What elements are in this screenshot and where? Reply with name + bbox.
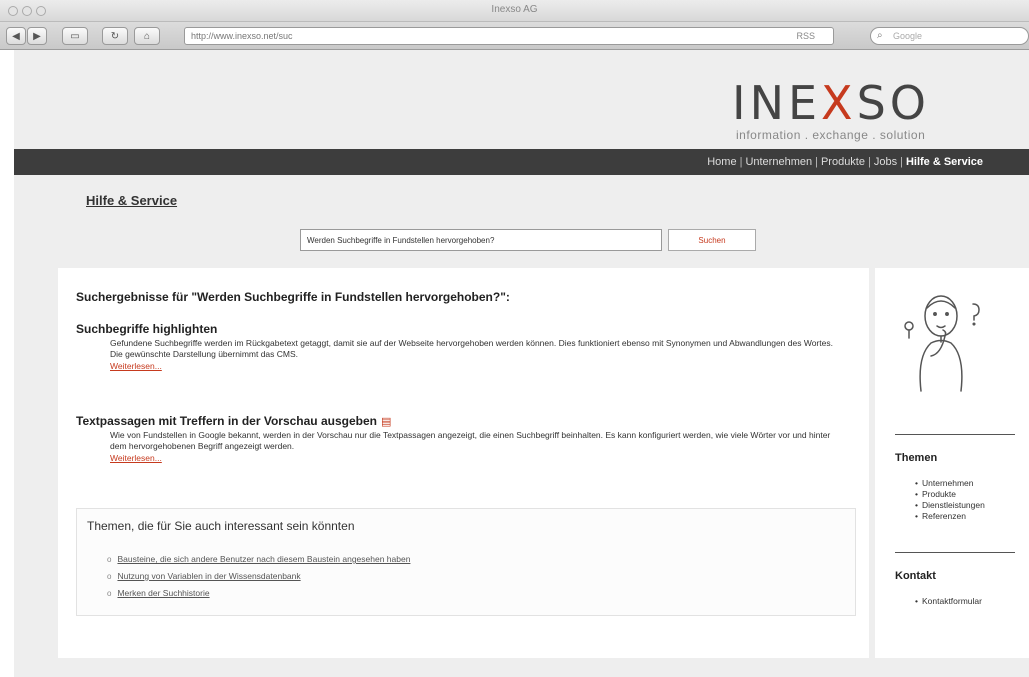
browser-toolbar: ◀ ▶ ▭ ↻ ⌂ http://www.inexso.net/suc RSS … <box>0 22 1029 50</box>
related-topics-box: Themen, die für Sie auch interessant sei… <box>76 508 856 616</box>
bullet-icon: o <box>107 555 112 564</box>
main-nav: Home | Unternehmen | Produkte | Jobs | Hilfe & S… <box>14 149 1029 175</box>
rss-icon[interactable]: RSS <box>796 31 815 41</box>
themen-link[interactable]: Dienstleistungen <box>915 500 985 511</box>
divider <box>895 552 1015 553</box>
read-more-link[interactable]: Weiterlesen... <box>110 361 836 371</box>
nav-unternehmen[interactable]: Unternehmen <box>745 156 812 168</box>
inexso-logo[interactable]: INEXSO information . exchange . solution <box>732 80 1002 142</box>
page-content: INEXSO information . exchange . solution… <box>14 50 1029 677</box>
nav-hilfe-service[interactable]: Hilfe & Service <box>906 156 983 168</box>
divider <box>895 434 1015 435</box>
logo-wordmark: INEXSO <box>732 76 930 130</box>
browser-search-input[interactable]: ⌕ Google <box>870 27 1029 45</box>
result-description: Wie von Fundstellen in Google bekannt, w… <box>110 430 831 451</box>
kontakt-list: Kontaktformular <box>915 596 982 607</box>
kontakt-heading: Kontakt <box>895 570 936 582</box>
back-button[interactable]: ◀ <box>6 27 26 45</box>
page-title: Hilfe & Service <box>86 193 178 208</box>
related-topics-list: o Bausteine, die sich andere Benutzer nac… <box>107 551 410 602</box>
nav-produkte[interactable]: Produkte <box>821 156 865 168</box>
search-input[interactable]: Werden Suchbegriffe in Fundstellen hervo… <box>300 229 662 251</box>
bullet-icon: o <box>107 572 112 581</box>
results-heading: Suchergebnisse für "Werden Suchbegriffe … <box>76 290 510 304</box>
results-panel: Suchergebnisse für "Werden Suchbegriffe … <box>58 268 869 658</box>
address-bar[interactable]: http://www.inexso.net/suc RSS <box>184 27 834 45</box>
window-title: Inexso AG <box>491 4 538 15</box>
logo-tagline: information . exchange . solution <box>736 128 926 142</box>
result-item: Suchbegriffe highlighten Gefundene Suchb… <box>76 322 836 371</box>
kontakt-link[interactable]: Kontaktformular <box>915 596 982 607</box>
result-title[interactable]: Suchbegriffe highlighten <box>76 322 836 336</box>
pdf-icon[interactable]: ▤ <box>381 416 391 428</box>
list-item: o Bausteine, die sich andere Benutzer nac… <box>107 551 410 568</box>
browser-search-placeholder: Google <box>893 31 923 41</box>
themen-link[interactable]: Referenzen <box>915 511 985 522</box>
address-url: http://www.inexso.net/suc <box>191 31 293 41</box>
related-link[interactable]: Bausteine, die sich andere Benutzer nach… <box>117 554 410 564</box>
list-item: o Merken der Suchhistorie <box>107 585 410 602</box>
related-link[interactable]: Nutzung von Variablen in der Wissensdate… <box>117 571 300 581</box>
nav-jobs[interactable]: Jobs <box>874 156 897 168</box>
related-topics-title: Themen, die für Sie auch interessant sei… <box>87 519 355 533</box>
forward-button[interactable]: ▶ <box>27 27 47 45</box>
reload-button[interactable]: ↻ <box>102 27 128 45</box>
sidebar: Themen Unternehmen Produkte Dienstleistu… <box>875 268 1029 658</box>
themen-heading: Themen <box>895 452 938 464</box>
nav-home[interactable]: Home <box>707 156 736 168</box>
themen-link[interactable]: Produkte <box>915 489 985 500</box>
window-titlebar: Inexso AG <box>0 0 1029 22</box>
bullet-icon: o <box>107 589 112 598</box>
bookmarks-icon[interactable]: ▭ <box>62 27 88 45</box>
themen-list: Unternehmen Produkte Dienstleistungen Re… <box>915 478 985 522</box>
read-more-link[interactable]: Weiterlesen... <box>110 453 836 463</box>
home-button[interactable]: ⌂ <box>134 27 160 45</box>
result-description: Gefundene Suchbegriffe werden im Rückgab… <box>110 338 833 359</box>
thinking-person-illustration <box>904 295 980 392</box>
list-item: o Nutzung von Variablen in der Wissensdat… <box>107 568 410 585</box>
result-title-row: Textpassagen mit Treffern in der Vorscha… <box>76 414 836 428</box>
result-item: Textpassagen mit Treffern in der Vorscha… <box>76 414 836 463</box>
themen-link[interactable]: Unternehmen <box>915 478 985 489</box>
search-button[interactable]: Suchen <box>668 229 756 251</box>
result-title[interactable]: Textpassagen mit Treffern in der Vorscha… <box>76 414 377 428</box>
search-icon: ⌕ <box>877 30 883 41</box>
related-link[interactable]: Merken der Suchhistorie <box>117 588 209 598</box>
